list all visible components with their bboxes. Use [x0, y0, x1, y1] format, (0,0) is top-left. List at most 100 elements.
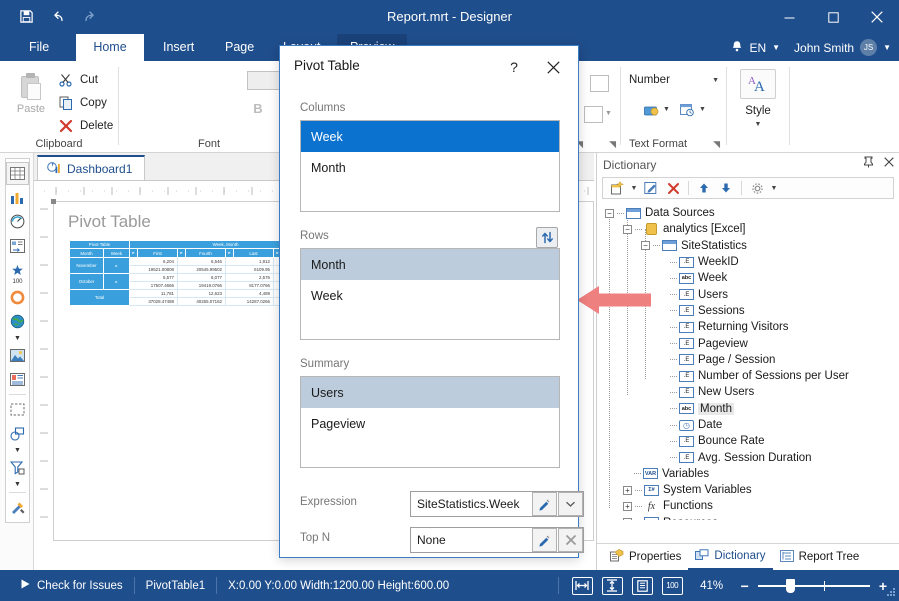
rows-list[interactable]: Month Week — [300, 248, 560, 340]
topn-input[interactable]: None — [410, 527, 584, 553]
page-height-view-button[interactable] — [602, 577, 623, 595]
tree-node-weekid[interactable]: .EWeekID — [601, 254, 896, 270]
tree-node-sitestatistics[interactable]: −SiteStatistics — [601, 238, 896, 254]
currency-format-button[interactable]: ▼ — [643, 101, 670, 118]
expression-input[interactable]: SiteStatistics.Week — [410, 491, 584, 517]
image-tool-button[interactable] — [6, 344, 29, 367]
filter-tool-button[interactable] — [6, 456, 29, 479]
date-chevron-down-icon[interactable]: ▼ — [699, 106, 706, 113]
number-format-dropdown[interactable]: Number ▼ — [629, 74, 719, 86]
pin-icon[interactable] — [863, 156, 874, 171]
collapse-icon[interactable]: − — [623, 225, 632, 234]
page-resize-handle[interactable] — [51, 199, 56, 204]
tab-dashboard1[interactable]: Dashboard1 — [37, 155, 145, 180]
summary-list-item-pageview[interactable]: Pageview — [301, 408, 559, 439]
tree-node-page-session[interactable]: .EPage / Session — [601, 352, 896, 368]
tree-node-number-of-sessions-per-user[interactable]: .ENumber of Sessions per User — [601, 368, 896, 384]
zoom-100-button[interactable]: 100 — [662, 577, 683, 595]
currency-chevron-down-icon[interactable]: ▼ — [663, 106, 670, 113]
minimize-button[interactable] — [767, 0, 811, 34]
resize-grip[interactable] — [884, 586, 896, 598]
expression-edit-button[interactable] — [532, 492, 557, 516]
columns-list[interactable]: Week Month — [300, 120, 560, 212]
text-format-dialog-launcher-icon[interactable]: ◥ — [713, 139, 720, 150]
pivot-table-dialog[interactable]: Pivot Table ? Columns Week Month Rows Mo… — [279, 45, 579, 558]
chart-tool-button[interactable] — [6, 186, 29, 209]
move-up-icon[interactable] — [694, 179, 714, 197]
language-chevron-down-icon[interactable]: ▼ — [772, 43, 780, 52]
delete-button[interactable]: Delete — [57, 117, 113, 134]
filter-tool-chevron-down-icon[interactable]: ▼ — [6, 480, 29, 489]
gauge-tool-button[interactable] — [6, 210, 29, 233]
tab-report-tree[interactable]: Report Tree — [773, 546, 867, 569]
border-dialog-launcher-icon[interactable]: ◥ — [609, 139, 616, 150]
tree-node-date[interactable]: ◷Date — [601, 417, 896, 433]
pivot-sort-icon[interactable]: ▸ — [178, 249, 186, 258]
fill-color-chevron-down-icon[interactable]: ▼ — [605, 110, 612, 117]
tab-page[interactable]: Page — [212, 34, 267, 61]
summary-list[interactable]: Users Pageview — [300, 376, 560, 468]
fill-color-button[interactable] — [584, 106, 603, 123]
tab-properties[interactable]: Properties — [603, 545, 688, 569]
tree-node-system-variables[interactable]: +Σ#System Variables — [601, 482, 896, 498]
tree-node-analytics-excel[interactable]: −analytics [Excel] — [601, 221, 896, 237]
user-chevron-down-icon[interactable]: ▼ — [883, 43, 891, 52]
zoom-slider-thumb[interactable] — [786, 579, 795, 593]
notifications-bell-icon[interactable] — [731, 40, 743, 56]
tree-node-month[interactable]: abcMonth — [601, 401, 896, 417]
tab-home[interactable]: Home — [76, 34, 144, 61]
pivot-sort-icon[interactable]: ▸ — [130, 249, 138, 258]
move-down-icon[interactable] — [716, 179, 736, 197]
rows-list-item-month[interactable]: Month — [301, 249, 559, 280]
edit-icon[interactable] — [641, 179, 661, 197]
tab-dictionary[interactable]: Dictionary — [688, 545, 772, 570]
tab-insert[interactable]: Insert — [150, 34, 207, 61]
table-tool-button[interactable] — [6, 162, 29, 185]
clone-tool-chevron-down-icon[interactable]: ▼ — [6, 446, 29, 455]
dialog-help-button[interactable]: ? — [503, 56, 525, 78]
zoom-slider[interactable] — [758, 579, 870, 593]
copy-button[interactable]: Copy — [57, 94, 107, 111]
collapse-icon[interactable]: − — [605, 209, 614, 218]
new-item-chevron-down-icon[interactable]: ▼ — [629, 179, 639, 197]
tree-node-pageview[interactable]: .EPageview — [601, 335, 896, 351]
tree-node-bounce-rate[interactable]: .EBounce Rate — [601, 433, 896, 449]
summary-list-item-users[interactable]: Users — [301, 377, 559, 408]
indicator-tool-button[interactable] — [6, 234, 29, 257]
cut-button[interactable]: Cut — [57, 71, 98, 88]
expand-icon[interactable]: + — [623, 518, 632, 520]
tree-node-returning-visitors[interactable]: .EReturning Visitors — [601, 319, 896, 335]
tree-node-new-users[interactable]: .ENew Users — [601, 384, 896, 400]
columns-list-item-month[interactable]: Month — [301, 152, 559, 183]
tab-file[interactable]: File — [16, 34, 62, 61]
style-button[interactable]: AA — [740, 69, 776, 99]
new-item-icon[interactable] — [607, 179, 627, 197]
pivot-sort-icon[interactable]: ▸ — [226, 249, 234, 258]
number-format-chevron-down-icon[interactable]: ▼ — [712, 77, 719, 84]
rows-list-item-week[interactable]: Week — [301, 280, 559, 311]
date-format-button[interactable]: ▼ — [679, 101, 706, 118]
tree-node-variables[interactable]: VARVariables — [601, 466, 896, 482]
dialog-close-button[interactable] — [540, 56, 566, 78]
tools-tool-button[interactable] — [6, 496, 29, 519]
border-button[interactable] — [590, 75, 609, 92]
dictionary-tree[interactable]: −Data Sources−analytics [Excel]−SiteStat… — [601, 205, 896, 520]
paste-button[interactable]: Paste — [8, 69, 54, 131]
tree-node-data-sources[interactable]: −Data Sources — [601, 205, 896, 221]
maximize-button[interactable] — [811, 0, 855, 34]
tree-node-functions[interactable]: +fxFunctions — [601, 498, 896, 514]
columns-list-item-week[interactable]: Week — [301, 121, 559, 152]
pie-tool-button[interactable] — [6, 286, 29, 309]
expression-dropdown-button[interactable] — [558, 492, 583, 516]
expand-icon[interactable]: + — [623, 486, 632, 495]
expand-icon[interactable]: + — [623, 502, 632, 511]
check-for-issues-button[interactable]: Check for Issues — [10, 579, 134, 592]
map-tool-chevron-down-icon[interactable]: ▼ — [6, 334, 29, 343]
collapse-icon[interactable]: − — [641, 241, 650, 250]
tree-node-avg-session-duration[interactable]: .EAvg. Session Duration — [601, 449, 896, 465]
page-width-view-button[interactable] — [572, 577, 593, 595]
gear-chevron-down-icon[interactable]: ▼ — [769, 179, 779, 197]
gear-icon[interactable] — [747, 179, 767, 197]
map-tool-button[interactable] — [6, 310, 29, 333]
avatar[interactable]: JS — [860, 39, 877, 56]
